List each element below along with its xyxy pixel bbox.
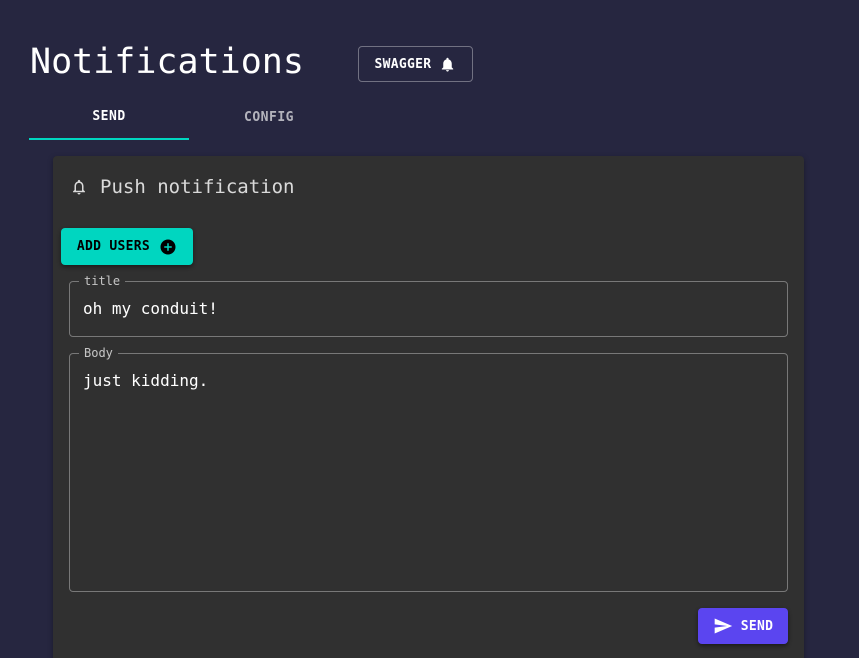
notifications-page: Notifications SWAGGER SEND CONFIG Push n… <box>0 0 859 658</box>
push-notification-card: Push notification ADD USERS title Body j… <box>53 156 804 658</box>
send-icon <box>714 618 732 634</box>
card-header: Push notification <box>70 176 294 198</box>
title-field: title <box>69 273 788 337</box>
tab-send[interactable]: SEND <box>29 98 189 140</box>
tab-config[interactable]: CONFIG <box>189 98 349 140</box>
title-field-label: title <box>79 273 126 289</box>
body-field: Body just kidding. <box>69 345 788 592</box>
body-textarea[interactable]: just kidding. <box>83 371 774 579</box>
send-button[interactable]: SEND <box>698 608 788 644</box>
add-users-button[interactable]: ADD USERS <box>61 228 193 265</box>
title-input[interactable] <box>83 299 774 318</box>
plus-circle-icon <box>160 239 176 254</box>
tab-bar: SEND CONFIG <box>29 98 349 140</box>
swagger-button-label: SWAGGER <box>374 56 432 72</box>
body-field-label: Body <box>79 345 118 361</box>
page-title: Notifications <box>30 42 304 82</box>
swagger-button[interactable]: SWAGGER <box>358 46 473 82</box>
bell-icon <box>442 57 454 72</box>
card-title: Push notification <box>100 176 295 198</box>
bell-outline-icon <box>73 179 85 195</box>
add-users-button-label: ADD USERS <box>76 239 151 254</box>
send-button-label: SEND <box>740 618 774 634</box>
